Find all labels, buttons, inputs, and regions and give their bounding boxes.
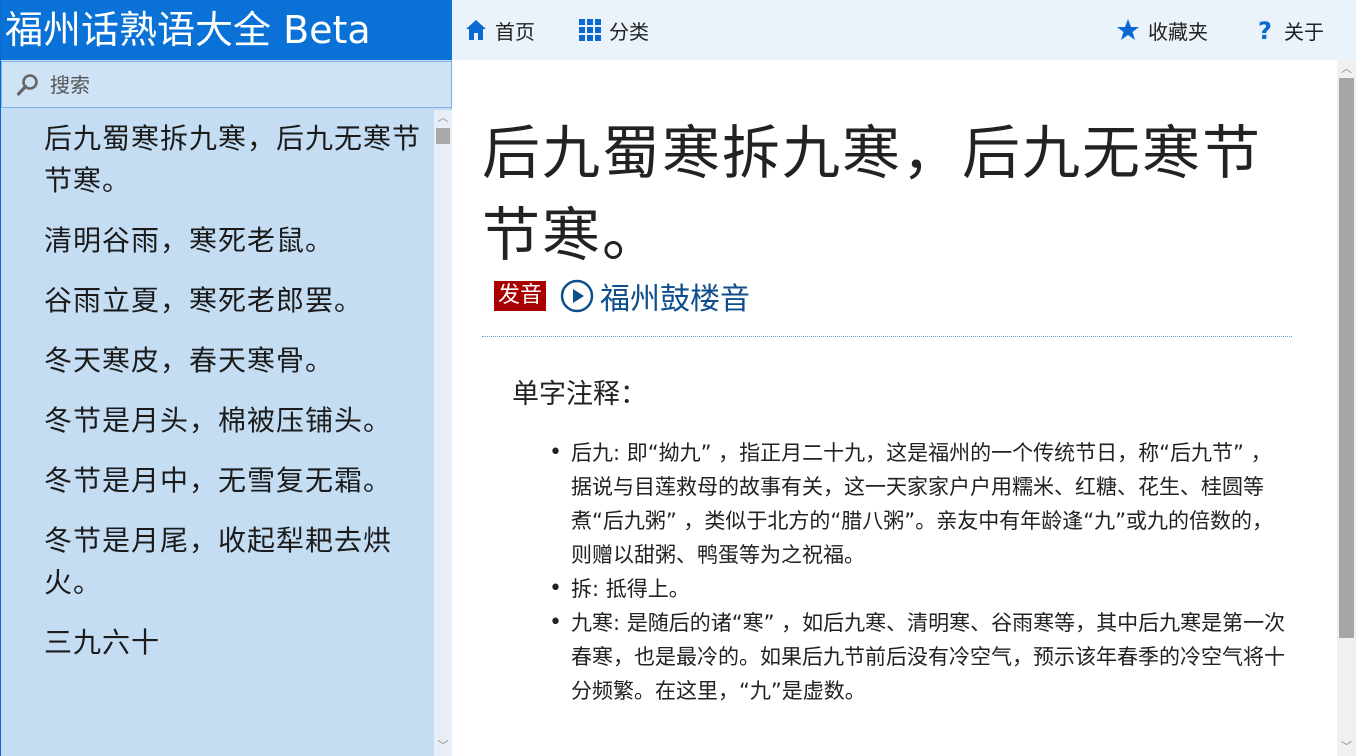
nav-home-label: 首页: [495, 19, 535, 44]
question-icon: ?: [1258, 18, 1272, 42]
proverb-list: 后九蜀寒拆九寒，后九无寒节节寒。 清明谷雨，寒死老鼠。 谷雨立夏，寒死老郎罢。 …: [1, 110, 433, 756]
list-item[interactable]: 冬天寒皮，春天寒骨。: [44, 332, 424, 392]
list-item[interactable]: 冬节是月头，棉被压铺头。: [44, 392, 424, 452]
app-title: 福州话熟语大全 Beta: [1, 0, 453, 60]
top-nav: 首页 分类 收藏夹 ? 关于: [452, 0, 1356, 60]
content-scrollbar[interactable]: ︿ ﹀: [1337, 60, 1356, 756]
nav-category-label: 分类: [609, 19, 649, 44]
pronunciation-row: 发音 福州鼓楼音: [494, 278, 750, 317]
list-item[interactable]: 冬节是月尾，收起犁耙去烘火。: [44, 512, 424, 614]
nav-about-button[interactable]: ? 关于: [1256, 0, 1324, 60]
scroll-up-arrow-icon[interactable]: ︿: [1337, 60, 1356, 78]
scroll-down-arrow-icon[interactable]: ﹀: [1337, 738, 1356, 756]
nav-home-button[interactable]: 首页: [465, 0, 535, 60]
note-item: 后九: 即“拗九” ，指正月二十九，这是福州的一个传统节日，称“后九节” ，据说…: [549, 436, 1291, 572]
divider: [482, 336, 1292, 337]
list-item[interactable]: 清明谷雨，寒死老鼠。: [44, 212, 424, 272]
section-heading: 单字注释：: [512, 379, 647, 410]
note-item: 九寒: 是随后的诸“寒” ，如后九寒、清明寒、谷雨寒等，其中后九寒是第一次春寒，…: [549, 606, 1291, 708]
grid-icon: [579, 19, 601, 41]
pronunciation-play-link[interactable]: 福州鼓楼音: [600, 274, 750, 318]
nav-category-button[interactable]: 分类: [579, 0, 649, 60]
svg-text:?: ?: [1258, 18, 1272, 42]
search-input[interactable]: [50, 70, 440, 100]
star-icon: [1117, 19, 1139, 40]
scrollbar-thumb[interactable]: [1339, 78, 1354, 638]
search-box[interactable]: [1, 61, 452, 108]
search-icon: [16, 74, 38, 96]
scrollbar-thumb[interactable]: [436, 128, 450, 144]
scroll-down-arrow-icon[interactable]: ﹀: [434, 738, 452, 754]
nav-favorites-label: 收藏夹: [1148, 19, 1208, 44]
home-icon: [466, 20, 486, 40]
entry-title: 后九蜀寒拆九寒，后九无寒节节寒。: [482, 119, 1263, 269]
scroll-up-arrow-icon[interactable]: ︿: [434, 110, 452, 126]
note-item: 拆: 抵得上。: [549, 572, 1291, 606]
sidebar-scrollbar[interactable]: ︿ ﹀: [434, 110, 452, 756]
character-notes-list: 后九: 即“拗九” ，指正月二十九，这是福州的一个传统节日，称“后九节” ，据说…: [549, 436, 1291, 708]
sidebar: 福州话熟语大全 Beta 后九蜀寒拆九寒，后九无寒节节寒。 清明谷雨，寒死老鼠。…: [0, 0, 453, 756]
nav-favorites-button[interactable]: 收藏夹: [1116, 0, 1208, 60]
list-item[interactable]: 三九六十: [44, 614, 424, 674]
pronunciation-badge: 发音: [494, 281, 547, 311]
list-item[interactable]: 后九蜀寒拆九寒，后九无寒节节寒。: [44, 110, 424, 212]
nav-about-label: 关于: [1284, 19, 1324, 44]
list-item[interactable]: 谷雨立夏，寒死老郎罢。: [44, 272, 424, 332]
list-item[interactable]: 冬节是月中，无雪复无霜。: [44, 452, 424, 512]
entry-detail: 后九蜀寒拆九寒，后九无寒节节寒。 发音 福州鼓楼音 单字注释： 后九: 即“拗九…: [452, 60, 1337, 756]
play-icon[interactable]: [560, 279, 594, 313]
